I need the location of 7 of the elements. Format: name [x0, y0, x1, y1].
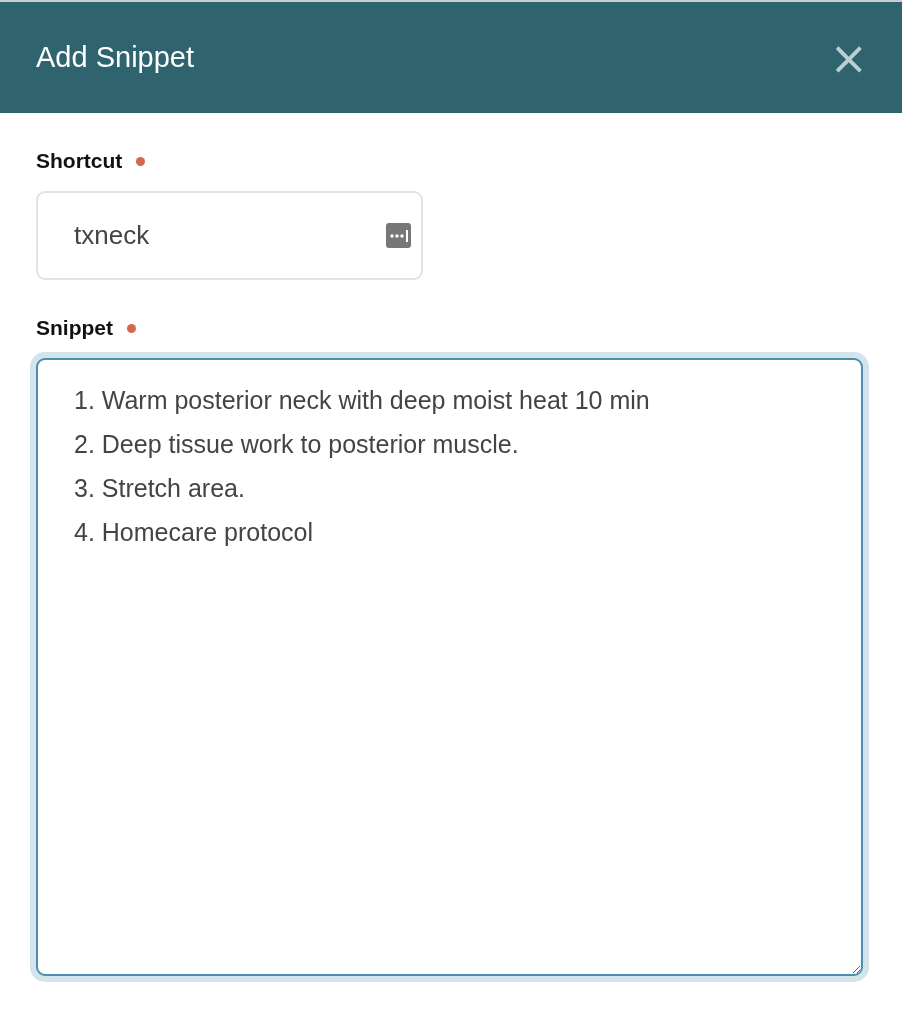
snippet-field[interactable]: 1. Warm posterior neck with deep moist heat 10 min 2. Deep tissue work to posterior muscle. 3. Stretch area. 4. Homecare protocol — [36, 358, 863, 976]
keyboard-icon — [386, 223, 411, 248]
field-label: Shortcut — [36, 149, 123, 173]
dialog-title: Add Snippet — [36, 41, 194, 74]
field-label: Snippet — [36, 316, 113, 340]
close-button[interactable]: × — [829, 37, 868, 78]
shortcut-field[interactable]: txneck — [36, 191, 423, 280]
